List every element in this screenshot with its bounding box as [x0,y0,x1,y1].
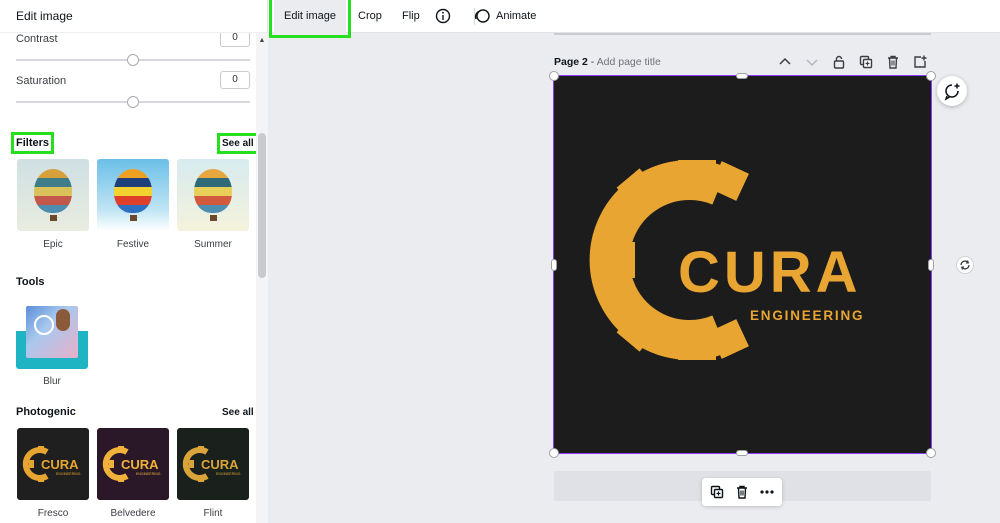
filter-epic-thumbnail[interactable] [17,159,89,231]
panel-body: Contrast 0 Saturation 0 Filters See all [0,33,256,523]
resize-handle-bottom-right[interactable] [926,448,936,458]
duplicate-icon[interactable] [709,484,725,500]
resize-handle-top[interactable] [736,73,748,79]
contrast-slider[interactable] [16,54,250,66]
balloon-image [34,169,72,213]
svg-text:ENGINEERING: ENGINEERING [216,472,241,476]
info-icon[interactable] [435,8,451,24]
previous-page-edge [554,33,931,35]
page-title-label[interactable]: Page 2 - Add page title [554,56,661,68]
photogenic-fresco-label: Fresco [37,508,69,519]
balloon-image [194,169,232,213]
page-controls [777,54,933,72]
resize-handle-top-right[interactable] [926,71,936,81]
photogenic-title: Photogenic [16,406,76,418]
svg-text:ENGINEERING: ENGINEERING [136,472,161,476]
saturation-slider[interactable] [16,96,250,108]
filters-title: Filters [10,132,55,154]
logo-subtitle: ENGINEERING [750,308,864,323]
panel-title: Edit image [0,0,267,33]
chevron-up-icon[interactable] [777,54,793,70]
photogenic-see-all-link[interactable]: See all [222,407,254,418]
crop-button[interactable]: Crop [358,0,382,33]
trash-icon[interactable] [885,54,901,70]
design-canvas[interactable]: CURA ENGINEERING [553,75,932,454]
image-toolbar: Edit image Crop Flip Animate [268,0,1000,38]
saturation-label: Saturation [16,75,67,87]
duplicate-page-icon[interactable] [858,54,874,70]
filter-festive-label: Festive [116,239,150,250]
add-page-icon[interactable] [912,54,928,70]
photogenic-flint-thumbnail[interactable]: CURA ENGINEERING [177,428,249,500]
page-actions-toolbar [702,478,782,506]
tools-title: Tools [16,276,45,288]
photogenic-belvedere-thumbnail[interactable]: CURA ENGINEERING [97,428,169,500]
contrast-slider-knob[interactable] [127,54,139,66]
balloon-image [114,169,152,213]
saturation-slider-knob[interactable] [127,96,139,108]
photogenic-belvedere-label: Belvedere [110,508,156,519]
lock-icon[interactable] [831,54,847,70]
contrast-row: Contrast 0 [16,33,250,47]
saturation-value-input[interactable]: 0 [220,71,250,89]
page-number: Page 2 [554,56,588,68]
chevron-down-icon[interactable] [804,54,820,70]
filter-summer-thumbnail[interactable] [177,159,249,231]
resize-handle-left[interactable] [551,259,557,271]
add-comment-icon [944,83,960,101]
animate-icon[interactable] [473,7,491,25]
filter-festive-thumbnail[interactable] [97,159,169,231]
filters-see-all-link[interactable]: See all [217,133,256,154]
animate-button[interactable]: Animate [496,0,536,33]
edit-image-button[interactable]: Edit image [269,0,351,38]
blur-brush-icon [34,315,54,335]
photogenic-flint-label: Flint [203,508,223,519]
page-title-placeholder[interactable]: Add page title [597,56,661,68]
resize-handle-bottom[interactable] [736,450,748,456]
cura-logo-thumbnail: CURA ENGINEERING [102,446,161,482]
svg-text:CURA: CURA [121,457,159,472]
cura-logo-thumbnail: CURA ENGINEERING [22,446,81,482]
tool-blur-thumbnail[interactable] [16,301,88,369]
scrollbar-thumb[interactable] [258,133,266,278]
rotate-button[interactable] [956,256,974,274]
flip-button[interactable]: Flip [402,0,420,33]
cura-engineering-logo[interactable]: CURA ENGINEERING [554,76,931,453]
tool-blur-label: Blur [43,376,61,387]
svg-text:CURA: CURA [41,457,79,472]
contrast-value-input[interactable]: 0 [220,33,250,47]
page-separator: - [587,56,597,68]
filter-summer-label: Summer [194,239,232,250]
svg-text:CURA: CURA [201,457,239,472]
comment-button[interactable] [937,76,967,106]
photogenic-fresco-thumbnail[interactable]: CURA ENGINEERING [17,428,89,500]
edit-image-panel: Edit image Contrast 0 Saturation 0 Filte… [0,0,268,523]
resize-handle-bottom-left[interactable] [549,448,559,458]
resize-handle-top-left[interactable] [549,71,559,81]
scroll-up-arrow-icon[interactable]: ▲ [257,37,267,45]
contrast-label: Contrast [16,33,58,45]
filter-epic-label: Epic [43,239,63,250]
rotate-icon [960,260,970,270]
saturation-row: Saturation 0 [16,71,250,89]
logo-wordmark: CURA [678,240,862,305]
resize-handle-right[interactable] [928,259,934,271]
svg-text:ENGINEERING: ENGINEERING [56,472,81,476]
panel-scrollbar[interactable]: ▲ [256,33,268,523]
delete-icon[interactable] [734,484,750,500]
more-options-icon[interactable] [759,484,775,500]
cura-logo-thumbnail: CURA ENGINEERING [182,446,241,482]
